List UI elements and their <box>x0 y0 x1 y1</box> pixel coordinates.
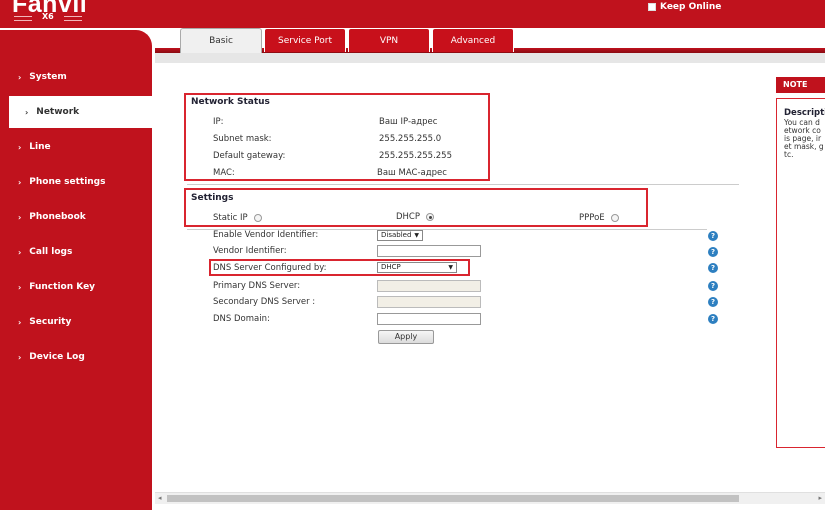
mac-value: Ваш MAC-адрес <box>377 168 447 178</box>
dns-domain-label: DNS Domain: <box>213 314 270 324</box>
help-icon[interactable]: ? <box>708 281 718 291</box>
sidebar-item-label: Function Key <box>29 282 96 292</box>
mac-label: MAC: <box>213 168 235 178</box>
dns-configured-by-select[interactable]: DHCP ▼ <box>377 262 457 273</box>
sidebar-item-label: Call logs <box>29 247 73 257</box>
settings-title: Settings <box>191 193 234 203</box>
horizontal-scrollbar[interactable]: ◂ ▸ <box>155 492 825 504</box>
enable-vendor-identifier-value: Disabled <box>381 231 412 239</box>
dropdown-arrow-icon: ▼ <box>414 232 419 239</box>
chevron-right-icon: › <box>18 142 22 152</box>
logo-decoration-right <box>64 16 82 21</box>
note-header: NOTE <box>776 77 825 93</box>
static-ip-radio[interactable] <box>253 213 262 222</box>
logo-decoration-left <box>14 16 32 21</box>
sidebar-item-label: Device Log <box>29 352 85 362</box>
note-panel: Descripti You can d etwork co is page, i… <box>776 98 825 448</box>
dns-domain-input[interactable] <box>377 313 481 325</box>
dhcp-radio[interactable] <box>426 212 434 221</box>
model-label: X6 <box>42 12 54 21</box>
chevron-right-icon: › <box>18 247 22 257</box>
sidebar-item-line[interactable]: › Line <box>0 131 152 163</box>
pppoe-radio[interactable] <box>610 213 619 222</box>
pppoe-label: PPPoE <box>579 213 605 223</box>
enable-vendor-identifier-select[interactable]: Disabled ▼ <box>377 230 423 241</box>
sidebar-item-label: Line <box>29 142 51 152</box>
sidebar-item-function-key[interactable]: › Function Key <box>0 271 152 303</box>
scroll-left-icon[interactable]: ◂ <box>158 494 162 502</box>
chevron-right-icon: › <box>18 317 22 327</box>
pppoe-option[interactable]: PPPoE <box>579 213 619 223</box>
sidebar-item-label: Network <box>36 107 80 117</box>
tab-advanced[interactable]: Advanced <box>432 28 514 52</box>
keep-online-toggle[interactable]: Keep Online <box>648 2 721 12</box>
help-icon[interactable]: ? <box>708 263 718 273</box>
section-divider <box>187 184 739 185</box>
tab-basic[interactable]: Basic <box>180 28 262 53</box>
help-icon[interactable]: ? <box>708 297 718 307</box>
apply-button[interactable]: Apply <box>378 330 434 344</box>
chevron-right-icon: › <box>18 212 22 222</box>
top-header: Fanvil X6 Keep Online <box>0 0 825 28</box>
primary-dns-input[interactable] <box>377 280 481 292</box>
keep-online-label: Keep Online <box>660 2 722 12</box>
dhcp-label: DHCP <box>396 212 420 222</box>
sidebar-item-device-log[interactable]: › Device Log <box>0 341 152 373</box>
vendor-identifier-label: Vendor Identifier: <box>213 246 287 256</box>
dns-configured-by-label: DNS Server Configured by: <box>213 263 327 273</box>
sidebar-item-phonebook[interactable]: › Phonebook <box>0 201 152 233</box>
secondary-dns-label: Secondary DNS Server : <box>213 297 316 307</box>
network-status-title: Network Status <box>191 97 270 107</box>
static-ip-option[interactable]: Static IP <box>213 213 262 223</box>
tab-service-port[interactable]: Service Port <box>264 28 346 52</box>
subnet-mask-value: 255.255.255.0 <box>379 134 442 144</box>
dns-configured-by-value: DHCP <box>381 263 401 271</box>
tab-vpn[interactable]: VPN <box>348 28 430 52</box>
chevron-right-icon: › <box>18 72 22 82</box>
sidebar-item-call-logs[interactable]: › Call logs <box>0 236 152 268</box>
secondary-dns-input[interactable] <box>377 296 481 308</box>
vendor-identifier-input[interactable] <box>377 245 481 257</box>
chevron-right-icon: › <box>25 107 29 117</box>
ip-label: IP: <box>213 117 224 127</box>
help-icon[interactable]: ? <box>708 231 718 241</box>
sidebar-item-label: Phone settings <box>29 177 106 187</box>
tab-strip: Basic Service Port VPN Advanced <box>155 28 825 53</box>
sidebar-item-label: System <box>29 72 67 82</box>
static-ip-label: Static IP <box>213 213 248 223</box>
note-line: tc. <box>784 150 794 159</box>
chevron-right-icon: › <box>18 177 22 187</box>
dropdown-arrow-icon: ▼ <box>448 264 453 271</box>
dhcp-option[interactable]: DHCP <box>396 212 434 222</box>
default-gateway-label: Default gateway: <box>213 151 286 161</box>
chevron-right-icon: › <box>18 352 22 362</box>
ip-value: Ваш IP-адрес <box>379 117 438 127</box>
primary-dns-label: Primary DNS Server: <box>213 281 301 291</box>
enable-vendor-identifier-label: Enable Vendor Identifier: <box>213 230 319 240</box>
help-icon[interactable]: ? <box>708 247 718 257</box>
keep-online-checkbox[interactable] <box>648 3 656 11</box>
subnet-mask-label: Subnet mask: <box>213 134 272 144</box>
note-title: Descripti <box>784 108 825 118</box>
sidebar-item-network[interactable]: › Network <box>9 96 152 128</box>
sidebar-item-label: Security <box>29 317 72 327</box>
sidebar-item-system[interactable]: › System <box>0 61 152 93</box>
scrollbar-thumb[interactable] <box>167 495 739 502</box>
content-top-band <box>155 53 825 63</box>
sidebar-item-phone-settings[interactable]: › Phone settings <box>0 166 152 198</box>
default-gateway-value: 255.255.255.255 <box>379 151 453 161</box>
scroll-right-icon[interactable]: ▸ <box>818 494 822 502</box>
sidebar-item-label: Phonebook <box>29 212 86 222</box>
sidebar: › System › Network › Line › Phone settin… <box>0 30 152 510</box>
chevron-right-icon: › <box>18 282 22 292</box>
help-icon[interactable]: ? <box>708 314 718 324</box>
sidebar-item-security[interactable]: › Security <box>0 306 152 338</box>
